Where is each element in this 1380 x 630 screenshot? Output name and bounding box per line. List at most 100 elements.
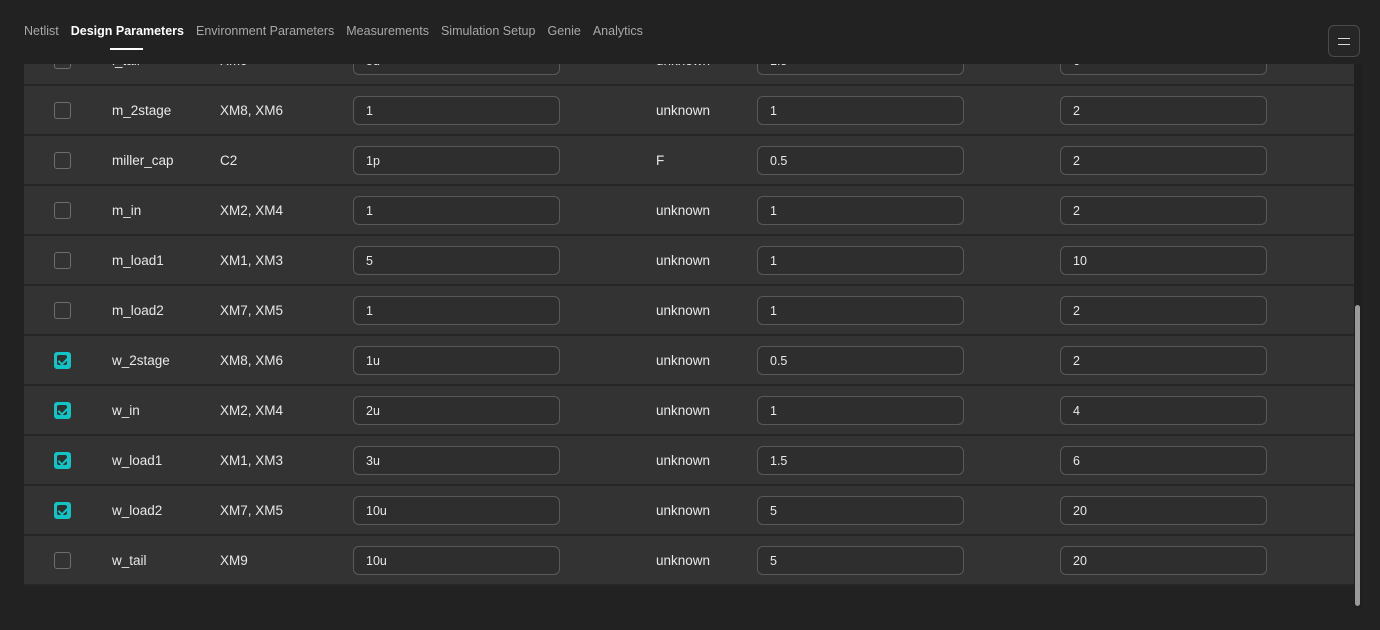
parameter-min-input[interactable]: 0.5 — [757, 146, 964, 175]
table-row: w_2stage XM8, XM6 1u unknown 0.5 2 — [24, 336, 1354, 386]
row-select-cell — [54, 64, 71, 84]
row-checkbox[interactable] — [54, 151, 71, 169]
table-row: m_2stage XM8, XM6 1 unknown 1 2 — [24, 86, 1354, 136]
parameter-name: m_load1 — [112, 252, 164, 268]
parameter-unit: unknown — [656, 202, 711, 218]
parameter-unit: F — [656, 152, 665, 168]
row-select-cell — [54, 186, 71, 234]
parameter-unit: unknown — [656, 252, 711, 268]
table-row: w_in XM2, XM4 2u unknown 1 4 — [24, 386, 1354, 436]
parameter-unit: unknown — [656, 352, 711, 368]
parameter-min-input[interactable]: 0.5 — [757, 346, 964, 375]
parameter-max-input[interactable]: 10 — [1060, 246, 1267, 275]
parameter-min-input[interactable]: 5 — [757, 546, 964, 575]
row-checkbox[interactable] — [54, 351, 71, 369]
parameter-name: w_load1 — [112, 452, 163, 468]
parameter-min-input[interactable]: 1 — [757, 196, 964, 225]
parameter-min-input[interactable]: 1.5 — [757, 446, 964, 475]
parameter-min-input[interactable]: 1 — [757, 296, 964, 325]
parameter-max-input[interactable]: 2 — [1060, 296, 1267, 325]
tab-design-parameters[interactable]: Design Parameters — [71, 24, 184, 50]
parameter-max-input[interactable]: 2 — [1060, 146, 1267, 175]
parameter-unit: unknown — [656, 552, 711, 568]
parameter-min-input[interactable]: 1.5 — [757, 64, 964, 75]
tab-bar: Netlist Design Parameters Environment Pa… — [0, 0, 1380, 64]
parameter-value-input[interactable]: 1 — [353, 296, 560, 325]
row-select-cell — [54, 86, 71, 134]
table-row: m_in XM2, XM4 1 unknown 1 2 — [24, 186, 1354, 236]
parameter-min-input[interactable]: 5 — [757, 496, 964, 525]
parameter-name: m_in — [112, 202, 142, 218]
parameter-value-input[interactable]: 3u — [353, 446, 560, 475]
parameter-min-input[interactable]: 1 — [757, 396, 964, 425]
parameter-unit: unknown — [656, 402, 711, 418]
parameter-max-input[interactable]: 2 — [1060, 96, 1267, 125]
tabs: Netlist Design Parameters Environment Pa… — [24, 24, 643, 50]
parameter-instances: XM1, XM3 — [220, 452, 284, 468]
row-select-cell — [54, 136, 71, 184]
parameter-unit: unknown — [656, 64, 710, 84]
table-row: i_tail XM9 5u unknown 1.5 6 — [24, 64, 1354, 86]
table-row: m_load2 XM7, XM5 1 unknown 1 2 — [24, 286, 1354, 336]
tab-genie[interactable]: Genie — [547, 24, 580, 38]
parameter-max-input[interactable]: 20 — [1060, 546, 1267, 575]
parameter-max-input[interactable]: 6 — [1060, 446, 1267, 475]
parameter-name: w_load2 — [112, 502, 163, 518]
row-checkbox[interactable] — [54, 301, 71, 319]
row-select-cell — [54, 336, 71, 384]
row-select-cell — [54, 486, 71, 534]
parameter-value-input[interactable]: 2u — [353, 396, 560, 425]
table-row: w_load1 XM1, XM3 3u unknown 1.5 6 — [24, 436, 1354, 486]
parameter-name: w_in — [112, 402, 140, 418]
parameter-max-input[interactable]: 2 — [1060, 346, 1267, 375]
row-checkbox[interactable] — [54, 201, 71, 219]
row-checkbox[interactable] — [54, 251, 71, 269]
parameter-name: m_2stage — [112, 102, 172, 118]
row-checkbox[interactable] — [54, 451, 71, 469]
table-footer — [24, 586, 1354, 606]
parameter-instances: XM9 — [220, 64, 248, 84]
row-select-cell — [54, 386, 71, 434]
parameter-name: miller_cap — [112, 152, 174, 168]
parameter-name: m_load2 — [112, 302, 164, 318]
parameter-unit: unknown — [656, 452, 711, 468]
parameter-instances: XM8, XM6 — [220, 352, 284, 368]
menu-button[interactable] — [1328, 25, 1360, 57]
parameter-max-input[interactable]: 20 — [1060, 496, 1267, 525]
parameter-instances: XM9 — [220, 552, 248, 568]
parameter-value-input[interactable]: 1u — [353, 346, 560, 375]
row-select-cell — [54, 436, 71, 484]
parameter-value-input[interactable]: 1p — [353, 146, 560, 175]
parameter-name: i_tail — [112, 64, 140, 84]
row-checkbox[interactable] — [54, 551, 71, 569]
row-checkbox[interactable] — [54, 64, 71, 69]
row-select-cell — [54, 286, 71, 334]
tab-measurements[interactable]: Measurements — [346, 24, 429, 38]
parameter-rows: i_tail XM9 5u unknown 1.5 6 m_2stage XM8… — [24, 64, 1354, 586]
parameter-value-input[interactable]: 5 — [353, 246, 560, 275]
tab-environment-parameters[interactable]: Environment Parameters — [196, 24, 334, 38]
parameter-value-input[interactable]: 1 — [353, 96, 560, 125]
parameter-unit: unknown — [656, 102, 711, 118]
scrollbar-thumb[interactable] — [1355, 305, 1360, 606]
design-parameters-table[interactable]: i_tail XM9 5u unknown 1.5 6 m_2stage XM8… — [24, 64, 1354, 606]
parameter-max-input[interactable]: 2 — [1060, 196, 1267, 225]
parameter-value-input[interactable]: 10u — [353, 496, 560, 525]
row-checkbox[interactable] — [54, 501, 71, 519]
parameter-instances: XM2, XM4 — [220, 202, 284, 218]
tab-netlist[interactable]: Netlist — [24, 24, 59, 38]
parameter-max-input[interactable]: 6 — [1060, 64, 1267, 75]
parameter-value-input[interactable]: 1 — [353, 196, 560, 225]
parameter-max-input[interactable]: 4 — [1060, 396, 1267, 425]
row-checkbox[interactable] — [54, 101, 71, 119]
parameter-min-input[interactable]: 1 — [757, 96, 964, 125]
parameter-instances: XM1, XM3 — [220, 252, 284, 268]
tab-simulation-setup[interactable]: Simulation Setup — [441, 24, 536, 38]
parameter-value-input[interactable]: 5u — [353, 64, 560, 75]
table-row: m_load1 XM1, XM3 5 unknown 1 10 — [24, 236, 1354, 286]
tab-analytics[interactable]: Analytics — [593, 24, 643, 38]
parameter-min-input[interactable]: 1 — [757, 246, 964, 275]
row-checkbox[interactable] — [54, 401, 71, 419]
parameter-value-input[interactable]: 10u — [353, 546, 560, 575]
row-select-cell — [54, 536, 71, 584]
